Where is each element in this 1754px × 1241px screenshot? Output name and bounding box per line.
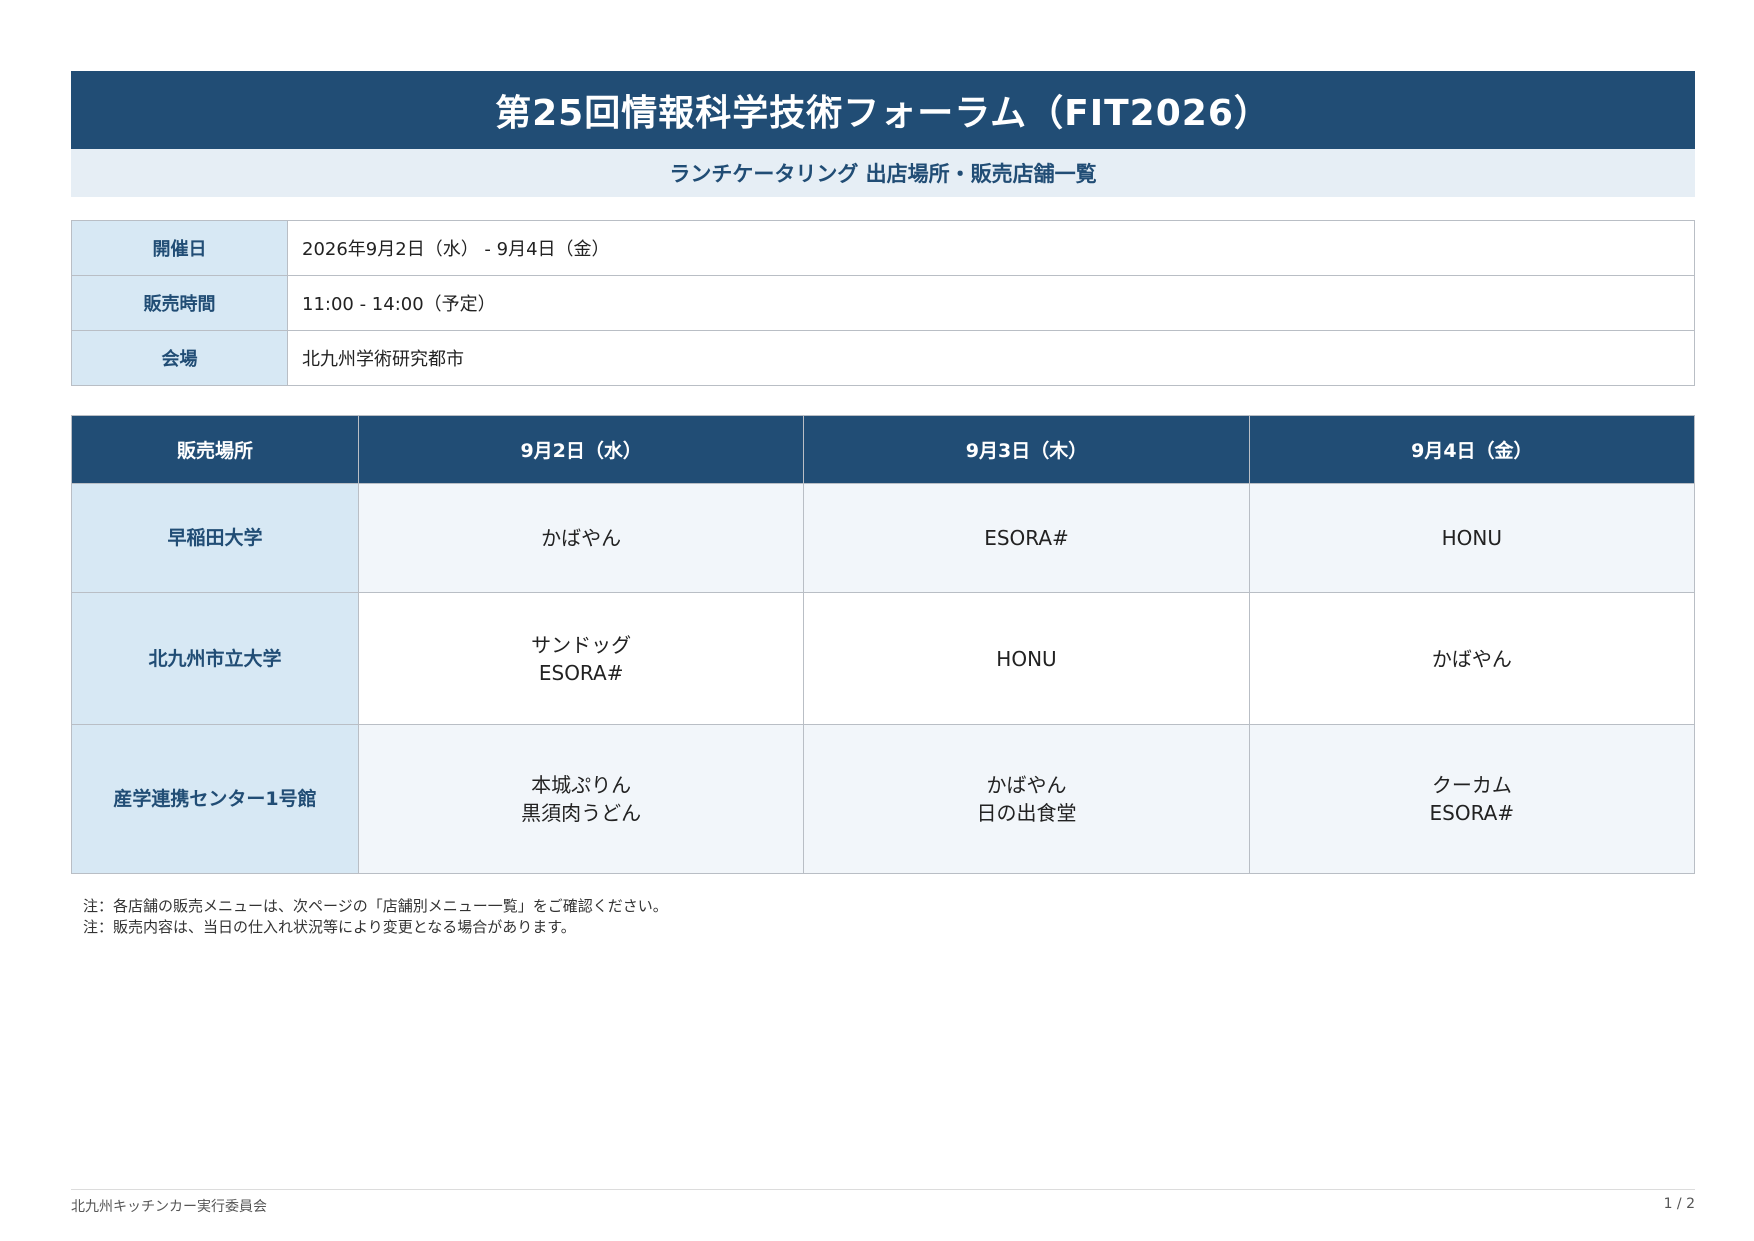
shop-name: かばやん xyxy=(986,773,1067,797)
shop-name: ESORA# xyxy=(538,660,624,685)
page-footer: 北九州キッチンカー実行委員会 1 / 2 xyxy=(71,1189,1695,1216)
info-value: 11:00 - 14:00（予定） xyxy=(287,275,1695,331)
shop-name: かばやん xyxy=(541,526,622,550)
organizer-name: 北九州キッチンカー実行委員会 xyxy=(71,1199,267,1215)
shop-name: 黒須肉うどん xyxy=(521,801,642,825)
shop-cell: かばやん xyxy=(357,483,805,593)
shop-name: かばやん xyxy=(1431,646,1512,671)
subtitle-bar: ランチケータリング 出店場所・販売店舗一覧 xyxy=(71,149,1695,197)
shop-cell: クーカム ESORA# xyxy=(1248,724,1696,874)
document-page: 第25回情報科学技術フォーラム（FIT2026） ランチケータリング 出店場所・… xyxy=(71,71,1696,938)
column-header: 9月4日（金） xyxy=(1248,415,1696,484)
page-subtitle: ランチケータリング 出店場所・販売店舗一覧 xyxy=(669,162,1097,186)
location-cell: 早稲田大学 xyxy=(71,483,359,593)
shop-cell: かばやん 日の出食堂 xyxy=(803,724,1250,874)
shop-name: HONU xyxy=(1441,526,1503,550)
shop-name: ESORA# xyxy=(984,526,1069,550)
title-bar: 第25回情報科学技術フォーラム（FIT2026） xyxy=(71,71,1695,149)
info-value: 2026年9月2日（水） - 9月4日（金） xyxy=(287,220,1695,276)
schedule-table: 販売場所 9月2日（水） 9月3日（木） 9月4日（金） 早稲田大学 かばやん … xyxy=(71,415,1696,874)
info-row-date: 開催日 2026年9月2日（水） - 9月4日（金） xyxy=(71,220,1695,276)
event-info-table: 開催日 2026年9月2日（水） - 9月4日（金） 販売時間 11:00 - … xyxy=(71,220,1695,386)
shop-name: クーカム xyxy=(1431,773,1512,797)
shop-cell: HONU xyxy=(1248,483,1696,593)
column-header: 9月3日（木） xyxy=(803,415,1250,484)
shop-name: 日の出食堂 xyxy=(976,801,1077,825)
location-cell: 産学連携センター1号館 xyxy=(71,724,359,874)
table-row: 北九州市立大学 サンドッグ ESORA# HONU かばやん xyxy=(71,592,1696,725)
info-value: 北九州学術研究都市 xyxy=(287,330,1695,386)
notes: 注：各店舗の販売メニューは、次ページの「店舗別メニュー一覧」をご確認ください。 … xyxy=(71,896,1695,938)
info-row-hours: 販売時間 11:00 - 14:00（予定） xyxy=(71,275,1695,331)
info-label: 販売時間 xyxy=(71,275,288,331)
table-row: 産学連携センター1号館 本城ぷりん 黒須肉うどん かばやん 日の出食堂 クーカム… xyxy=(71,724,1696,874)
shop-cell: ESORA# xyxy=(803,483,1250,593)
schedule-header-row: 販売場所 9月2日（水） 9月3日（木） 9月4日（金） xyxy=(71,415,1696,484)
note-text: 注：各店舗の販売メニューは、次ページの「店舗別メニュー一覧」をご確認ください。 xyxy=(83,897,668,915)
shop-name: HONU xyxy=(996,646,1057,671)
shop-name: 本城ぷりん xyxy=(531,773,632,797)
shop-cell: 本城ぷりん 黒須肉うどん xyxy=(357,724,805,874)
location-cell: 北九州市立大学 xyxy=(71,592,359,725)
info-label: 開催日 xyxy=(71,220,288,276)
shop-name: サンドッグ xyxy=(531,632,632,657)
shop-name: ESORA# xyxy=(1429,801,1515,825)
info-label: 会場 xyxy=(71,330,288,386)
column-header: 販売場所 xyxy=(71,415,359,484)
page-number: 1 / 2 xyxy=(1663,1196,1695,1212)
page-title: 第25回情報科学技術フォーラム（FIT2026） xyxy=(495,93,1271,134)
shop-cell: サンドッグ ESORA# xyxy=(357,592,805,725)
table-row: 早稲田大学 かばやん ESORA# HONU xyxy=(71,483,1696,593)
shop-cell: かばやん xyxy=(1248,592,1696,725)
info-row-venue: 会場 北九州学術研究都市 xyxy=(71,330,1695,386)
column-header: 9月2日（水） xyxy=(357,415,805,484)
shop-cell: HONU xyxy=(803,592,1250,725)
note-text: 注：販売内容は、当日の仕入れ状況等により変更となる場合があります。 xyxy=(83,918,576,936)
